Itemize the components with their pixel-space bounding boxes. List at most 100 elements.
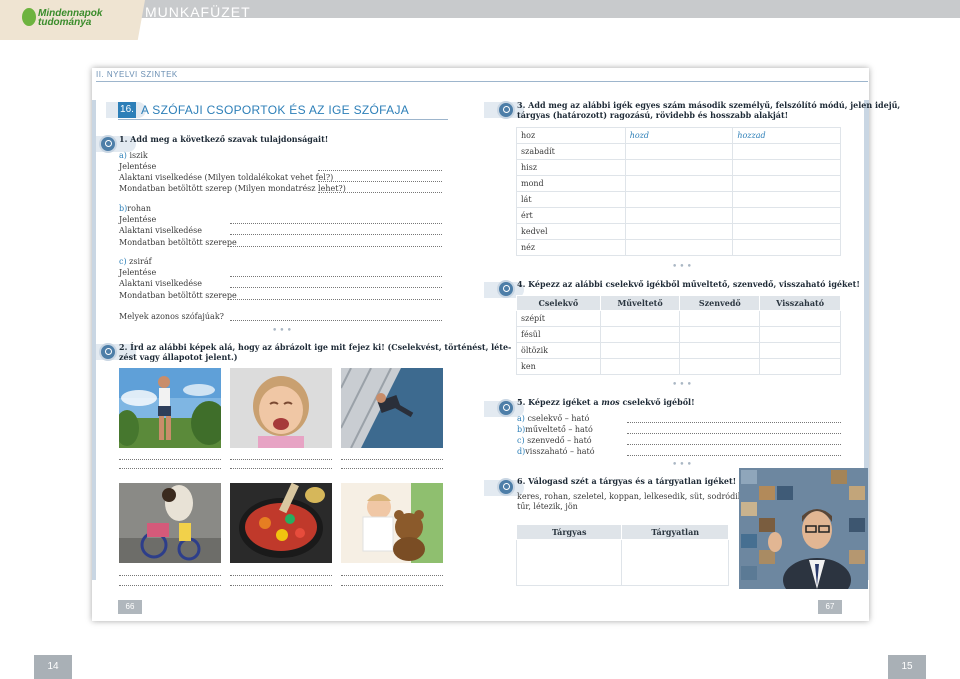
task4-row: szépít — [516, 310, 841, 327]
photo-answer-line[interactable] — [230, 459, 332, 460]
separator-dots: ••• — [672, 380, 694, 390]
task4-row: öltözik — [516, 342, 841, 359]
task3-verb-cell: szabadít — [516, 143, 626, 160]
task3-verb-cell: néz — [516, 239, 626, 256]
task1-b-row3: Mondatban betöltött szerepe — [119, 238, 237, 247]
task3-long-form-cell[interactable] — [732, 223, 841, 240]
task4-row: ken — [516, 358, 841, 375]
task4-answer-cell[interactable] — [759, 342, 841, 359]
photo-answer-line[interactable] — [230, 468, 332, 469]
photo-running-woman — [119, 368, 221, 448]
task4-answer-cell[interactable] — [599, 326, 681, 343]
task4-answer-cell[interactable] — [679, 326, 761, 343]
task4-col-header: Cselekvő — [516, 295, 601, 311]
separator-dots: ••• — [672, 460, 694, 470]
task4-col-header: Szenvedő — [679, 295, 761, 311]
task4-answer-cell[interactable] — [679, 310, 761, 327]
task3-short-form-cell[interactable] — [624, 191, 734, 208]
magnifier-icon — [497, 478, 515, 496]
task4-answer-cell[interactable] — [679, 342, 761, 359]
separator-dots: ••• — [272, 326, 294, 336]
footer-page-left: 14 — [34, 655, 72, 679]
task3-row: hisz — [516, 159, 841, 176]
task3-short-form-cell[interactable] — [624, 223, 734, 240]
task4-answer-cell[interactable] — [679, 358, 761, 375]
photo-child-fallen-bike — [119, 483, 221, 563]
task3-short-form-cell[interactable]: hozd — [624, 127, 734, 144]
task3-short-form-cell[interactable] — [624, 207, 734, 224]
magnifier-icon — [497, 280, 515, 298]
task5-heading: 5. Képezz igéket a mos cselekvő igéből! — [517, 397, 695, 407]
task3-long-form-cell[interactable] — [732, 207, 841, 224]
task4-verb-cell: öltözik — [516, 342, 601, 359]
task3-long-form-cell[interactable] — [732, 239, 841, 256]
photo-answer-line[interactable] — [230, 575, 332, 576]
footer-page-right: 15 — [888, 655, 926, 679]
task6-answer-cell[interactable] — [515, 539, 623, 586]
answer-line[interactable] — [627, 455, 841, 456]
task3-heading-line2: tárgyas (határozott) ragozású, rövidebb … — [517, 110, 789, 120]
logo: Mindennapok tudománya — [0, 0, 145, 40]
answer-line[interactable] — [627, 422, 841, 423]
answer-line[interactable] — [627, 444, 841, 445]
task6-answer-cell[interactable] — [621, 539, 729, 586]
task3-short-form-cell[interactable] — [624, 175, 734, 192]
task4-verb-cell: fésül — [516, 326, 601, 343]
task4-answer-cell[interactable] — [599, 342, 681, 359]
task6-col-header: Tárgyas — [515, 524, 623, 540]
task3-short-form-cell[interactable] — [624, 159, 734, 176]
photo-answer-line[interactable] — [119, 459, 221, 460]
task3-long-form-cell[interactable] — [732, 159, 841, 176]
task3-verb-cell: mond — [516, 175, 626, 192]
photo-answer-line[interactable] — [119, 575, 221, 576]
photo-answer-line[interactable] — [230, 585, 332, 586]
task4-answer-cell[interactable] — [759, 326, 841, 343]
task4-row: fésül — [516, 326, 841, 343]
task6-table: Tárgyas Tárgyatlan — [515, 524, 729, 586]
task1-c-row3: Mondatban betöltött szerepe — [119, 291, 237, 300]
photo-answer-line[interactable] — [119, 468, 221, 469]
task4-answer-cell[interactable] — [599, 358, 681, 375]
answer-line[interactable] — [627, 433, 841, 434]
task3-long-form-cell[interactable]: hozzad — [732, 127, 841, 144]
task3-row: ért — [516, 207, 841, 224]
answer-line[interactable] — [318, 181, 442, 182]
task3-long-form-cell[interactable] — [732, 143, 841, 160]
task1-item-c: c) zsiráf — [119, 257, 152, 266]
left-side-strip — [92, 100, 96, 580]
photo-answer-line[interactable] — [341, 459, 443, 460]
task4-answer-cell[interactable] — [759, 310, 841, 327]
task5-item: b)műveltető – ható — [517, 425, 593, 434]
task3-long-form-cell[interactable] — [732, 175, 841, 192]
photo-answer-line[interactable] — [341, 585, 443, 586]
photo-cooking-pan — [230, 483, 332, 563]
task4-table: Cselekvő Műveltető Szenvedő Visszaható s… — [516, 295, 841, 375]
answer-line[interactable] — [318, 192, 442, 193]
task4-answer-cell[interactable] — [599, 310, 681, 327]
answer-line[interactable] — [230, 287, 442, 288]
task3-short-form-cell[interactable] — [624, 239, 734, 256]
task3-row: néz — [516, 239, 841, 256]
task3-short-form-cell[interactable] — [624, 143, 734, 160]
answer-line[interactable] — [230, 234, 442, 235]
logo-line2: tudománya — [38, 17, 92, 28]
answer-line[interactable] — [230, 276, 442, 277]
photo-answer-line[interactable] — [341, 468, 443, 469]
answer-line[interactable] — [318, 170, 442, 171]
task1-heading: 1. Add meg a következő szavak tulajdonsá… — [119, 134, 329, 144]
task3-row: mond — [516, 175, 841, 192]
task1-item-a: a) iszik — [119, 151, 148, 160]
answer-line[interactable] — [230, 320, 442, 321]
task3-long-form-cell[interactable] — [732, 191, 841, 208]
task3-heading-line1: 3. Add meg az alábbi igék egyes szám más… — [517, 100, 901, 110]
photo-answer-line[interactable] — [341, 575, 443, 576]
photo-answer-line[interactable] — [119, 585, 221, 586]
photo-child-teddy-bear — [341, 483, 443, 563]
answer-line[interactable] — [230, 299, 442, 300]
answer-line[interactable] — [230, 246, 442, 247]
chapter-underline — [118, 119, 448, 120]
answer-line[interactable] — [230, 223, 442, 224]
task1-a-row2: Alaktani viselkedése (Milyen toldalékoka… — [119, 173, 334, 182]
tree-icon — [22, 8, 36, 26]
task4-answer-cell[interactable] — [759, 358, 841, 375]
